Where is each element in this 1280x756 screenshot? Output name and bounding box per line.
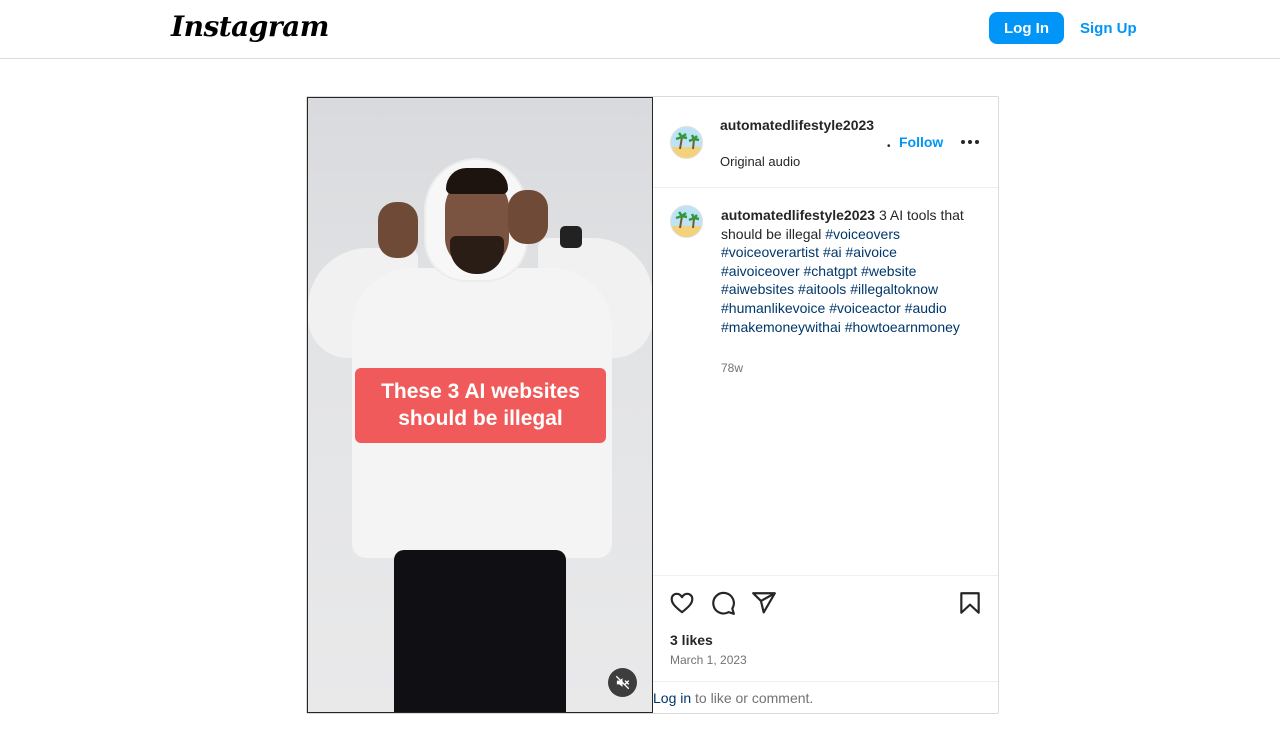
post-caption: automatedlifestyle2023 3 AI tools that s…	[721, 206, 976, 336]
instagram-logo[interactable]: Instagram	[171, 10, 329, 43]
post-header: automatedlifestyle2023 Original audio • …	[653, 97, 998, 188]
comment-prompt: Log in to like or comment.	[653, 681, 998, 713]
overlay-line: should be illegal	[398, 407, 563, 430]
caption-username[interactable]: automatedlifestyle2023	[721, 207, 875, 223]
video-text-overlay: These 3 AI websites should be illegal	[355, 368, 606, 443]
hashtag-link[interactable]: #aivoiceover	[721, 263, 800, 279]
hashtag-link[interactable]: #website	[861, 263, 916, 279]
hashtag-link[interactable]: #humanlikevoice	[721, 300, 825, 316]
avatar[interactable]	[670, 126, 703, 159]
post-card: These 3 AI websites should be illegal au…	[306, 96, 999, 714]
hashtag-link[interactable]: #voiceovers	[825, 226, 900, 242]
person-hand	[378, 202, 418, 258]
likes-count[interactable]: 3 likes	[670, 632, 713, 648]
follow-button[interactable]: Follow	[899, 134, 943, 150]
signup-button[interactable]: Sign Up	[1076, 12, 1141, 44]
beach-avatar-icon	[671, 127, 702, 158]
hashtag-link[interactable]: #voiceoverartist	[721, 244, 819, 260]
person-hair	[446, 168, 508, 194]
person-hand	[508, 190, 548, 244]
muted-speaker-icon	[615, 675, 630, 690]
hashtag-link[interactable]: #voiceactor	[829, 300, 901, 316]
overlay-line: These 3 AI websites	[381, 380, 580, 403]
hashtag-link[interactable]: #chatgpt	[804, 263, 858, 279]
hashtag-link[interactable]: #aitools	[798, 281, 846, 297]
top-nav: Instagram Log In Sign Up	[0, 0, 1280, 59]
post-age[interactable]: 78w	[721, 361, 743, 375]
comment-prompt-text: to like or comment.	[691, 690, 814, 706]
wrist-watch	[560, 226, 582, 248]
beach-avatar-icon	[671, 206, 702, 237]
hashtag-link[interactable]: #howtoearnmoney	[845, 319, 960, 335]
post-actions: 3 likes March 1, 2023	[653, 575, 998, 681]
share-icon[interactable]	[751, 590, 777, 616]
post-details-panel: automatedlifestyle2023 Original audio • …	[653, 97, 998, 713]
hashtag-link[interactable]: #aivoice	[846, 244, 897, 260]
mute-button[interactable]	[608, 668, 637, 697]
hashtag-link[interactable]: #audio	[905, 300, 947, 316]
person-pants	[394, 550, 566, 712]
comment-icon[interactable]	[710, 590, 736, 616]
post-username[interactable]: automatedlifestyle2023	[720, 116, 882, 135]
more-options-icon[interactable]	[959, 131, 981, 153]
login-link[interactable]: Log in	[653, 690, 691, 706]
post-video[interactable]: These 3 AI websites should be illegal	[307, 97, 653, 713]
post-date[interactable]: March 1, 2023	[670, 653, 747, 667]
audio-label[interactable]: Original audio	[720, 154, 800, 169]
bookmark-icon[interactable]	[957, 590, 983, 616]
heart-icon[interactable]	[669, 590, 695, 616]
hashtag-link[interactable]: #aiwebsites	[721, 281, 794, 297]
hashtag-link[interactable]: #makemoneywithai	[721, 319, 841, 335]
hashtag-link[interactable]: #illegaltoknow	[850, 281, 938, 297]
separator-dot: •	[887, 141, 891, 152]
login-button[interactable]: Log In	[989, 12, 1064, 44]
hashtag-link[interactable]: #ai	[823, 244, 842, 260]
avatar[interactable]	[670, 205, 703, 238]
